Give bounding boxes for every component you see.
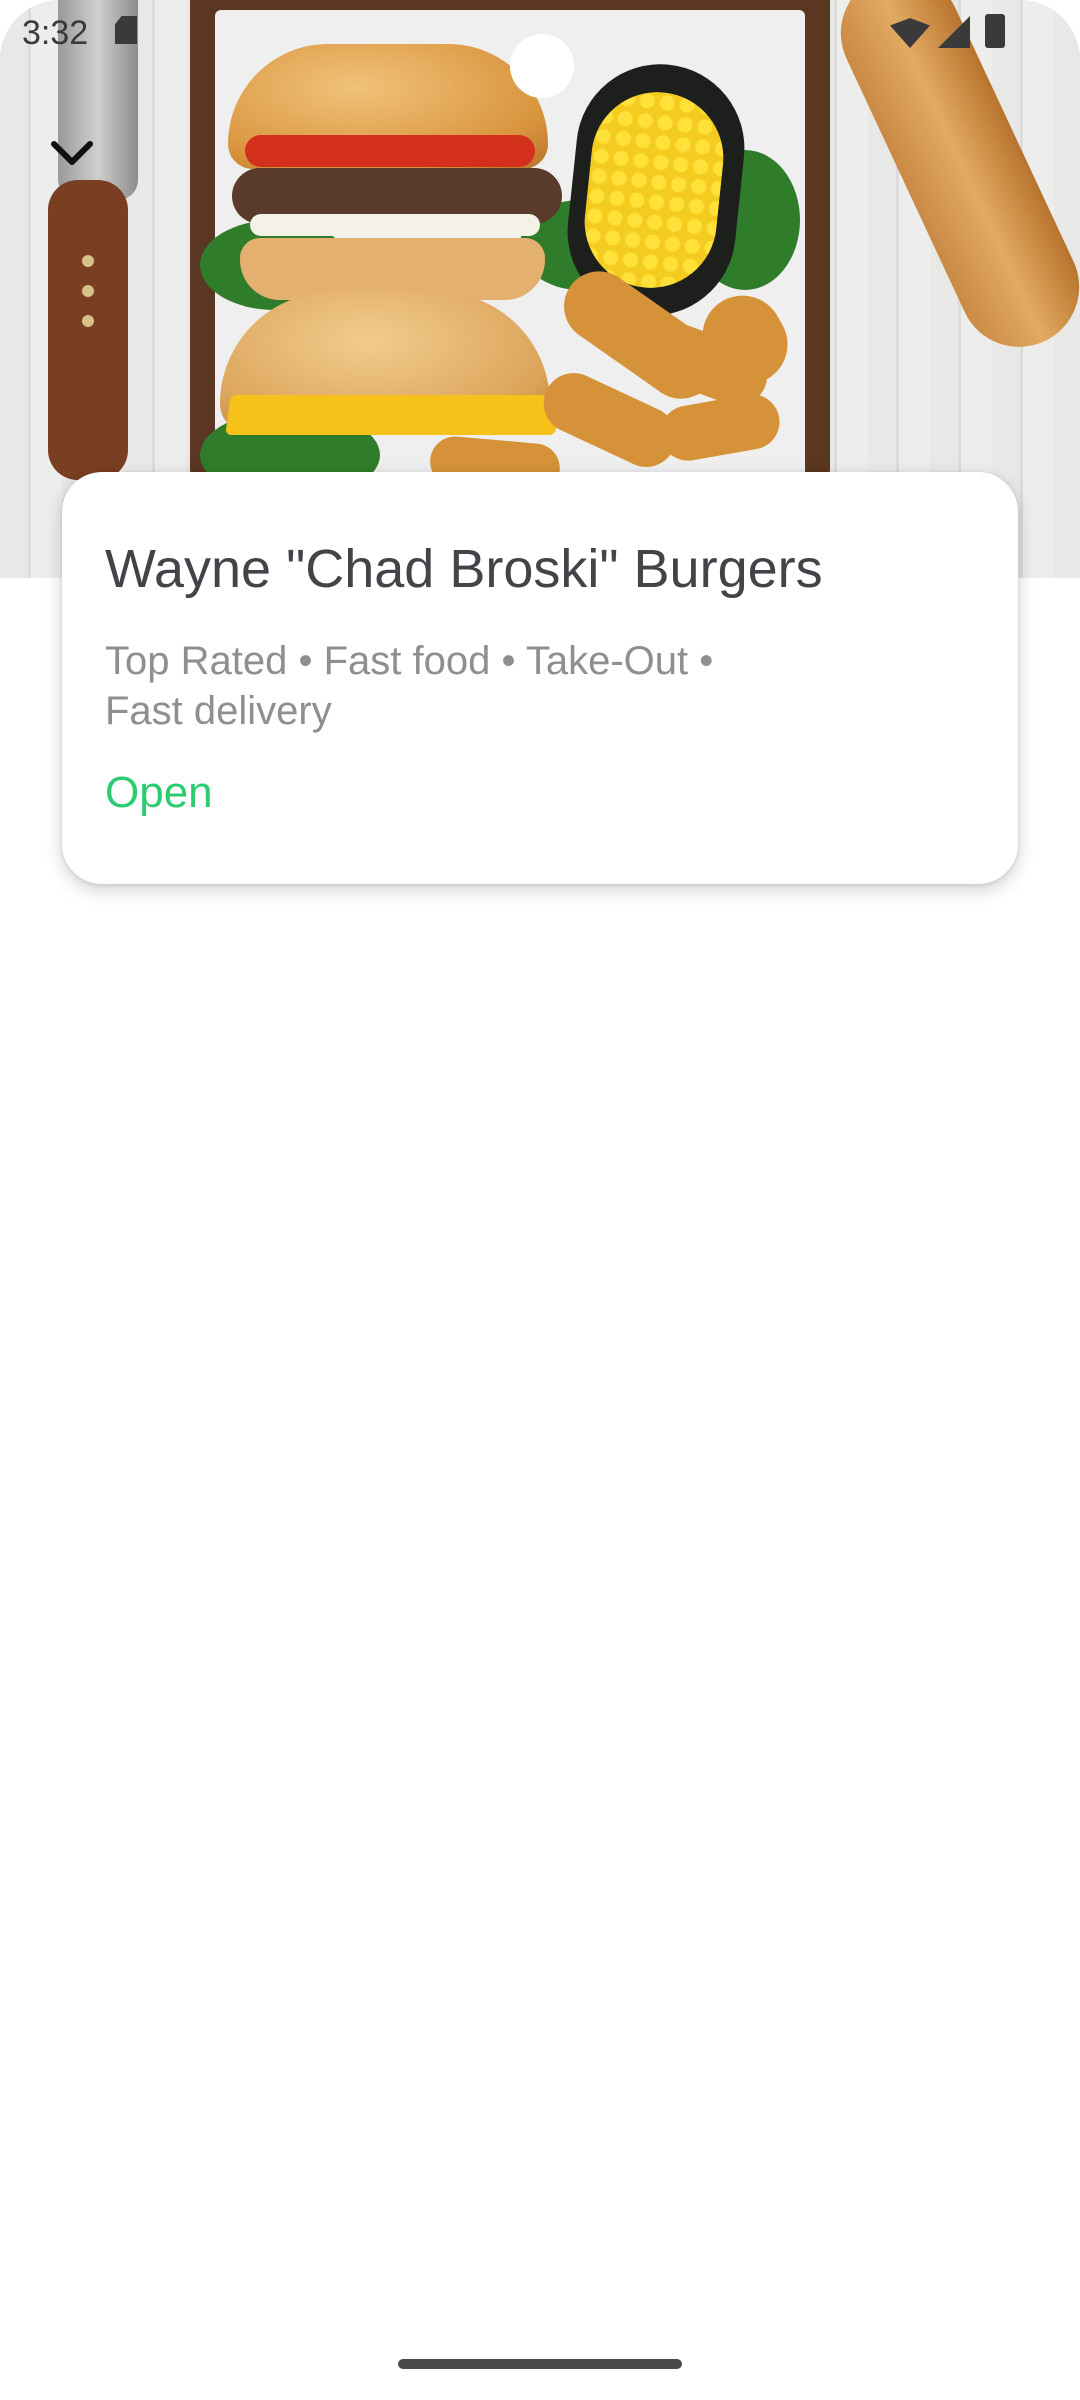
chevron-down-icon[interactable] bbox=[40, 120, 104, 184]
battery-icon bbox=[985, 14, 1005, 48]
restaurant-info-card: Wayne "Chad Broski" Burgers Top Rated • … bbox=[62, 472, 1018, 884]
signal-icon bbox=[938, 16, 970, 48]
home-indicator[interactable] bbox=[398, 2359, 682, 2369]
open-status: Open bbox=[105, 768, 213, 817]
restaurant-detail-screen: 3:32 Wayne "Chad Broski" Burgers Top Rat… bbox=[0, 0, 1080, 2400]
status-time: 3:32 bbox=[22, 14, 89, 52]
sd-card-icon bbox=[115, 16, 137, 44]
restaurant-tags: Top Rated • Fast food • Take-Out • Fast … bbox=[105, 639, 714, 733]
wifi-icon bbox=[890, 18, 930, 48]
restaurant-name: Wayne "Chad Broski" Burgers bbox=[105, 539, 823, 599]
camera-cutout bbox=[510, 34, 574, 98]
